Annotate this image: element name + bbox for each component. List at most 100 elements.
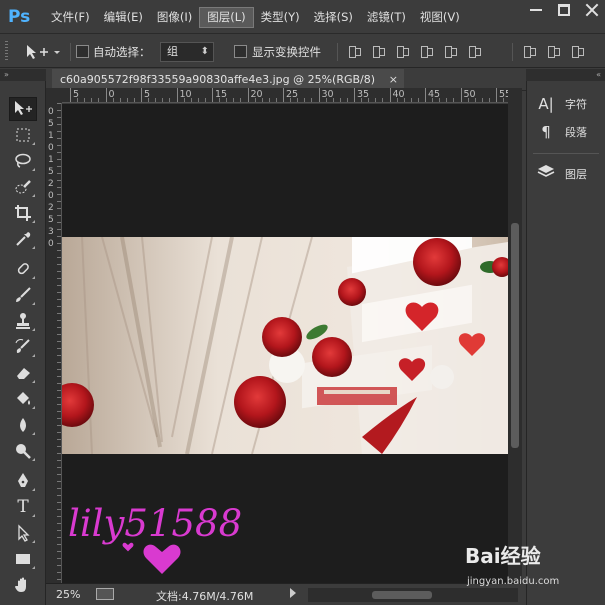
path-selection-tool-icon[interactable] (9, 521, 37, 545)
close-window-icon[interactable] (585, 3, 599, 17)
dodge-tool-icon[interactable] (9, 439, 37, 463)
ruler-origin[interactable] (46, 88, 62, 103)
ruler-v-minor-tick (57, 124, 61, 125)
ruler-v-label: 2 (48, 203, 54, 213)
lasso-tool-icon[interactable] (9, 149, 37, 173)
menu-view[interactable]: 视图(V) (413, 7, 467, 28)
ruler-h-tick (354, 88, 355, 102)
panel-character[interactable]: A| 字符 (527, 91, 605, 117)
distribute-bottom-icon[interactable] (570, 44, 584, 58)
distribute-top-icon[interactable] (522, 44, 536, 58)
ruler-v-minor-tick (57, 495, 61, 496)
move-tool-icon (27, 45, 60, 59)
align-top-icon[interactable] (347, 44, 361, 58)
options-grip[interactable] (5, 41, 8, 61)
photo-roses-drawers (62, 237, 508, 454)
panel-layers[interactable]: 图层 (527, 161, 605, 187)
align-bottom-icon[interactable] (395, 44, 409, 58)
ruler-h-minor-tick (339, 98, 341, 102)
show-transform-checkbox[interactable] (234, 45, 247, 58)
vertical-ruler[interactable]: 051015202530 (46, 103, 62, 583)
menu-type[interactable]: 类型(Y) (254, 7, 307, 28)
layers-icon (535, 164, 557, 184)
ruler-v-minor-tick (57, 194, 61, 195)
auto-select-dropdown[interactable]: 组 (160, 42, 214, 62)
status-menu-arrow-icon[interactable] (290, 588, 296, 598)
ruler-h-minor-tick (474, 98, 476, 102)
ruler-v-minor-tick (57, 369, 61, 370)
horizontal-scroll-thumb[interactable] (372, 591, 432, 599)
pen-tool-icon[interactable] (9, 469, 37, 493)
ruler-v-minor-tick (57, 579, 61, 580)
panel-paragraph[interactable]: ¶ 段落 (527, 119, 605, 145)
align-right-icon[interactable] (467, 44, 481, 58)
ruler-h-minor-tick (183, 98, 185, 102)
ruler-h-minor-tick (162, 98, 164, 102)
ruler-v-label: 3 (48, 227, 54, 237)
marquee-tool-icon[interactable] (9, 123, 37, 147)
toolbar-collapse-icon[interactable]: » (0, 69, 46, 81)
ruler-v-label: 0 (48, 191, 54, 201)
maximize-icon[interactable] (557, 3, 571, 17)
ruler-v-minor-tick (57, 320, 61, 321)
move-tool-icon[interactable] (9, 97, 37, 121)
paint-bucket-tool-icon[interactable] (9, 387, 37, 411)
ruler-h-tick (247, 88, 249, 102)
panel-collapse-icon[interactable]: « (526, 69, 605, 81)
ruler-v-minor-tick (57, 383, 61, 384)
menu-file[interactable]: 文件(F) (44, 7, 97, 28)
menu-image[interactable]: 图像(I) (150, 7, 199, 28)
ruler-h-tick (176, 88, 178, 102)
ruler-v-minor-tick (57, 516, 61, 517)
zoom-preview-icon[interactable] (96, 588, 114, 600)
ruler-h-label: 0 (108, 89, 115, 100)
tool-preset-picker[interactable] (24, 43, 64, 61)
rectangle-tool-icon[interactable] (9, 547, 37, 571)
minimize-icon[interactable] (529, 3, 543, 17)
menu-layer[interactable]: 图层(L) (199, 7, 254, 28)
ruler-h-tick (425, 88, 426, 102)
horizontal-ruler[interactable]: 5051015202530354045505560 (62, 88, 508, 103)
ruler-h-minor-tick (226, 98, 228, 102)
photoshop-logo[interactable]: Ps (8, 6, 34, 28)
history-brush-tool-icon[interactable] (9, 335, 37, 359)
ruler-v-minor-tick (57, 432, 61, 433)
align-vcenter-icon[interactable] (371, 44, 385, 58)
ruler-v-minor-tick (57, 236, 61, 237)
clone-stamp-tool-icon[interactable] (9, 309, 37, 333)
align-hcenter-icon[interactable] (443, 44, 457, 58)
vertical-scroll-thumb[interactable] (511, 223, 519, 448)
crop-tool-icon[interactable] (9, 201, 37, 225)
ruler-v-minor-tick (57, 390, 61, 391)
hand-tool-icon[interactable] (9, 573, 37, 597)
align-left-icon[interactable] (419, 44, 433, 58)
zoom-level[interactable]: 25% (56, 588, 80, 601)
menu-select[interactable]: 选择(S) (307, 7, 360, 28)
quick-selection-tool-icon[interactable] (9, 175, 37, 199)
ruler-h-minor-tick (219, 98, 221, 102)
ruler-v-minor-tick (57, 334, 61, 335)
type-tool-icon[interactable]: T (9, 495, 37, 519)
canvas-area[interactable]: lily51588 (62, 104, 508, 583)
ruler-h-minor-tick (368, 98, 370, 102)
ruler-v-label: 0 (48, 239, 54, 249)
ruler-h-minor-tick (169, 98, 171, 102)
eyedropper-tool-icon[interactable] (9, 227, 37, 251)
ruler-v-minor-tick (57, 222, 61, 223)
menu-edit[interactable]: 编辑(E) (97, 7, 150, 28)
document-size-info: 文档:4.76M/4.76M (156, 590, 254, 603)
auto-select-checkbox[interactable] (76, 45, 89, 58)
ruler-v-minor-tick (57, 264, 61, 265)
window-controls (529, 3, 599, 17)
distribute-vcenter-icon[interactable] (546, 44, 560, 58)
align-group (347, 44, 481, 58)
blur-tool-icon[interactable] (9, 413, 37, 437)
healing-brush-tool-icon[interactable] (9, 257, 37, 281)
options-bar: 自动选择： 组 显示变换控件 (0, 35, 605, 68)
panel-character-label: 字符 (565, 98, 587, 111)
eraser-tool-icon[interactable] (9, 361, 37, 385)
menu-filter[interactable]: 滤镜(T) (360, 7, 413, 28)
vertical-scrollbar[interactable] (508, 88, 522, 583)
ruler-v-minor-tick (57, 159, 61, 160)
brush-tool-icon[interactable] (9, 283, 37, 307)
